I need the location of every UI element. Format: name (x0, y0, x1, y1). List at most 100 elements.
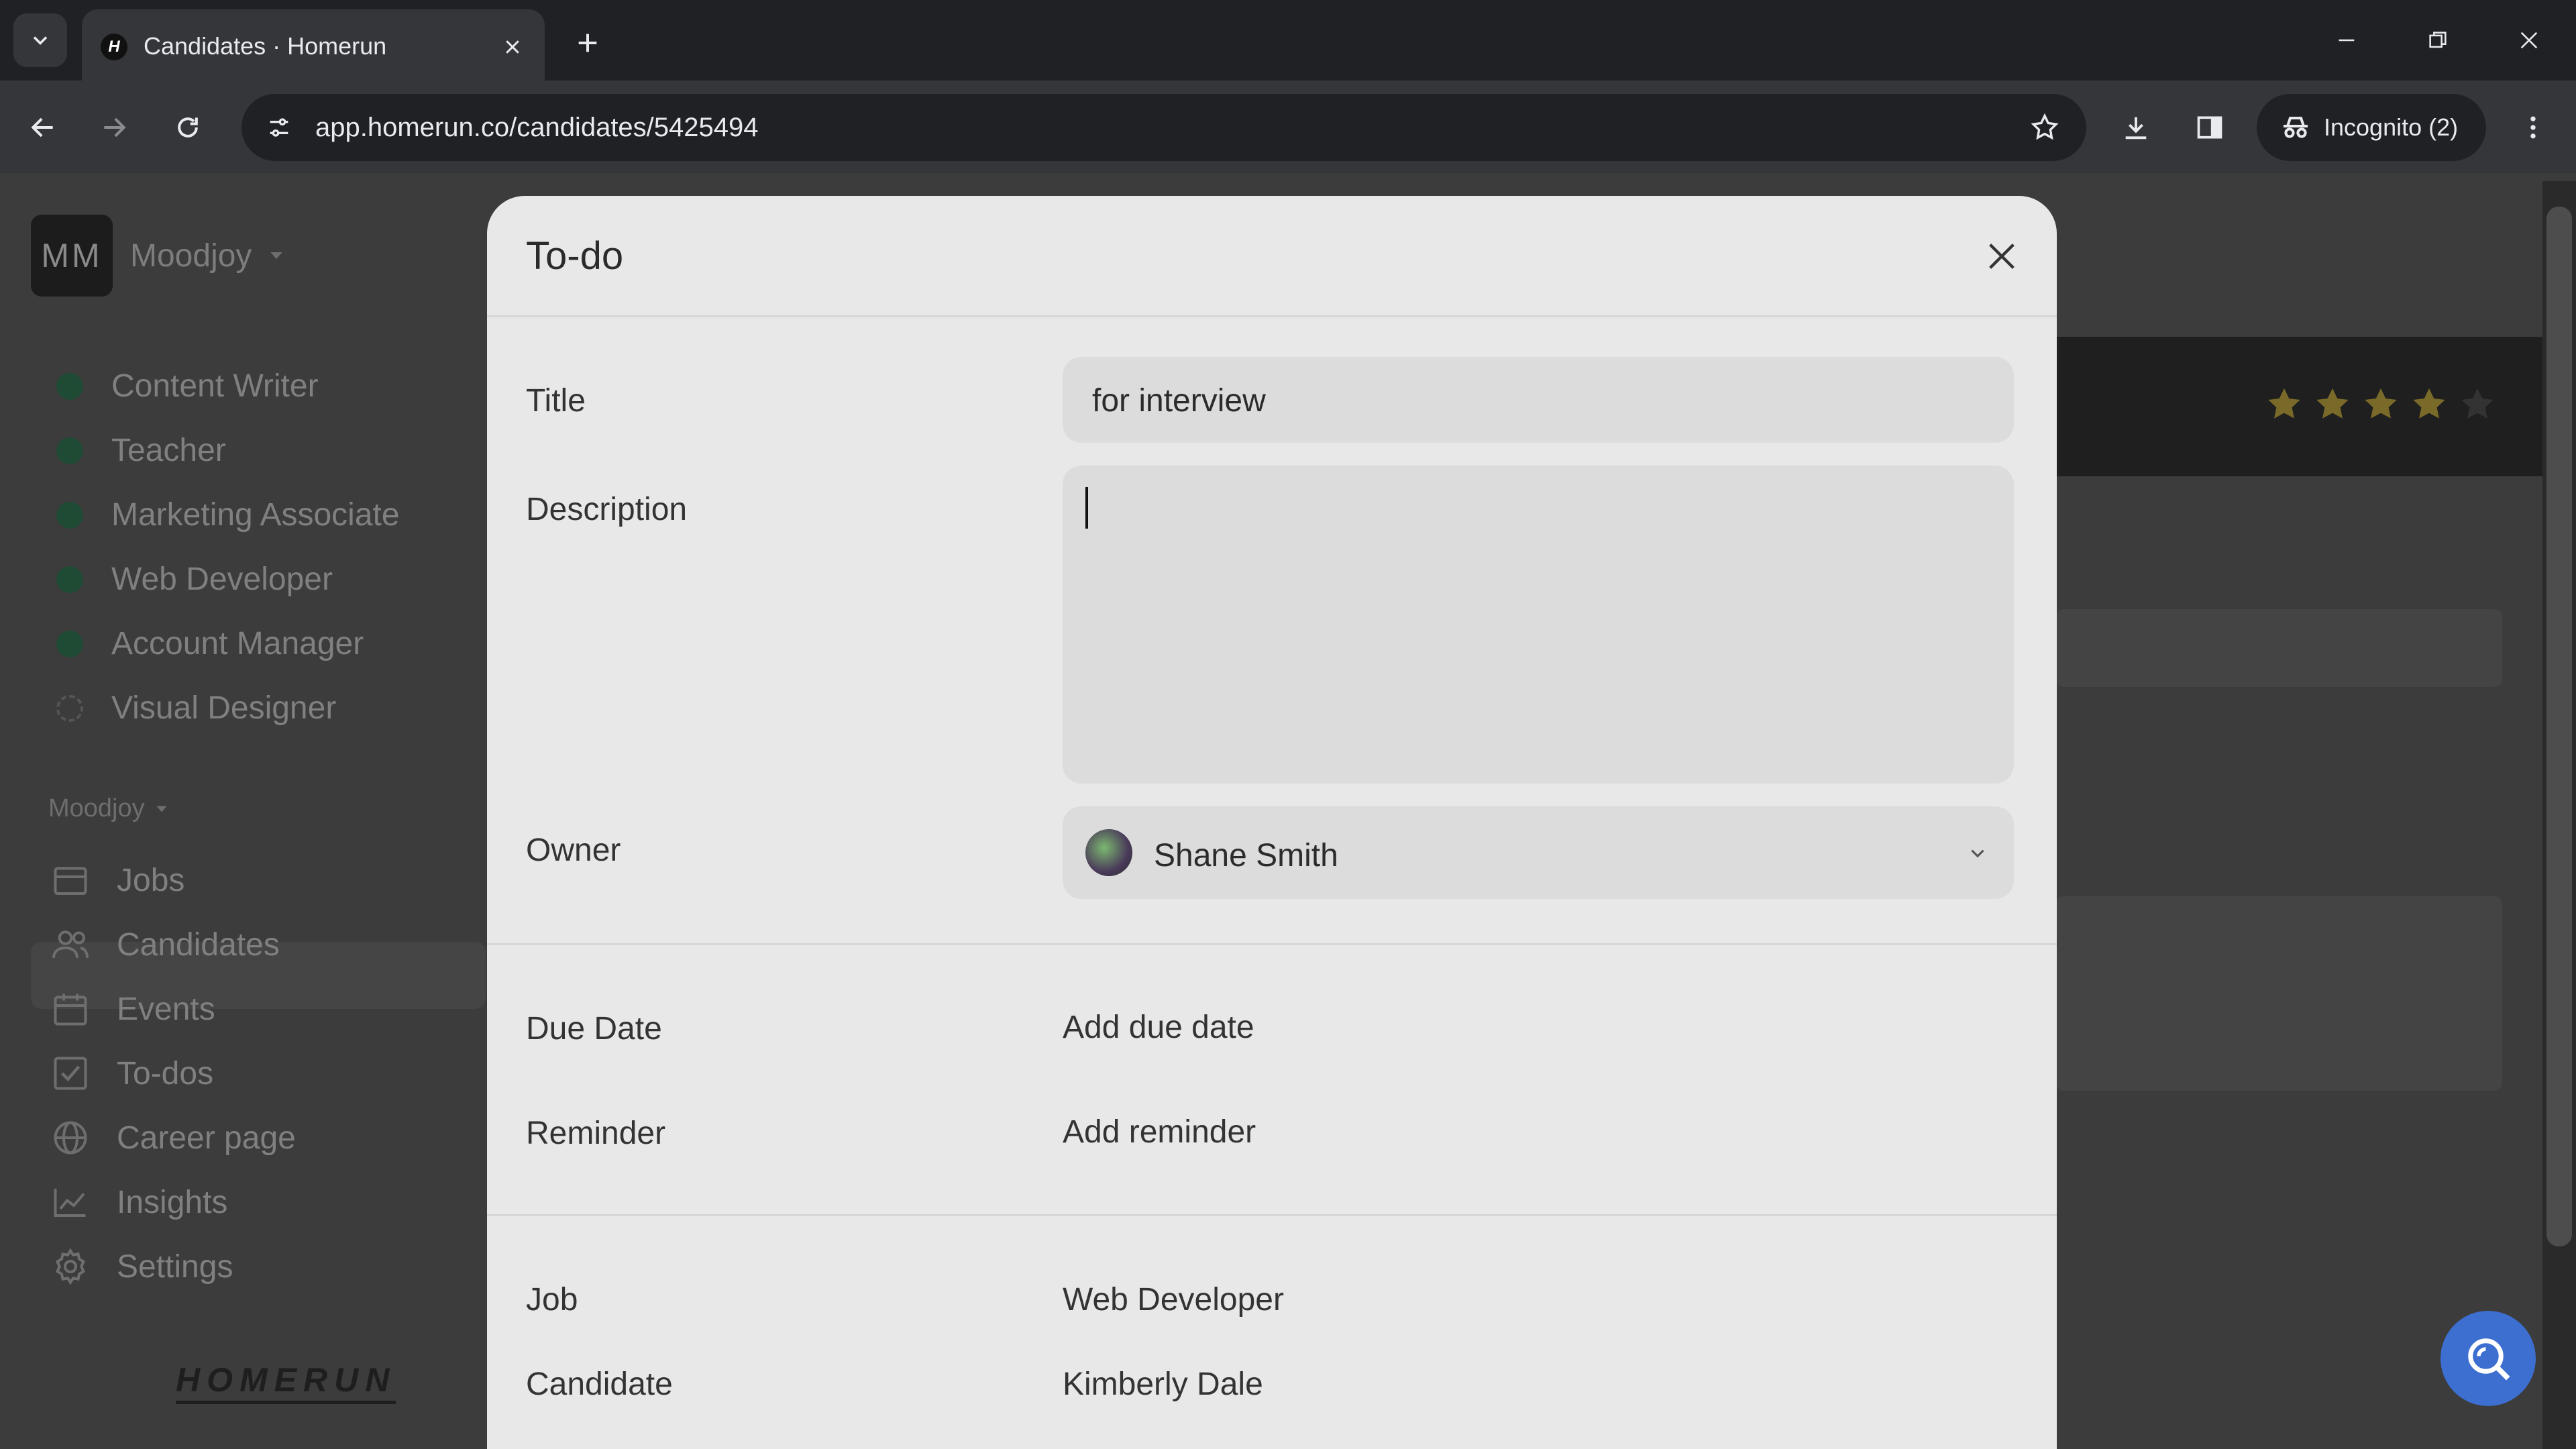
star-empty-icon (2461, 388, 2493, 419)
globe-icon (48, 1116, 93, 1160)
job-label: Marketing Associate (111, 497, 400, 533)
owner-name: Shane Smith (1154, 838, 1338, 873)
nav-label: Settings (117, 1248, 233, 1285)
sidebar-job-visual-designer[interactable]: Visual Designer (56, 690, 336, 727)
modal-title: To-do (526, 234, 624, 278)
minimize-button[interactable] (2313, 13, 2380, 67)
arrow-right-icon (104, 117, 126, 138)
workspace-section-toggle[interactable]: Moodjoy (48, 794, 170, 823)
sidebar-item-jobs[interactable]: Jobs (48, 852, 184, 908)
org-switcher[interactable]: MM Moodjoy (31, 215, 286, 297)
homerun-favicon-icon: H (101, 34, 127, 60)
nav-label: Jobs (117, 862, 185, 898)
sidebar: MM Moodjoy Content Writer Teacher Market… (0, 173, 486, 1449)
avatar (1085, 829, 1132, 876)
star-outline-icon (2031, 113, 2059, 140)
sidebar-job-teacher[interactable]: Teacher (56, 432, 226, 469)
bookmark-button[interactable] (2023, 106, 2066, 149)
org-name: Moodjoy (130, 237, 252, 274)
published-status-dot (56, 501, 83, 529)
section-divider (487, 1214, 2057, 1216)
incognito-label: Incognito (2) (2324, 113, 2459, 141)
title-input[interactable]: for interview (1063, 357, 2014, 443)
sidebar-item-settings[interactable]: Settings (48, 1238, 233, 1295)
tab-search-button[interactable] (13, 13, 67, 67)
sidebar-job-marketing-associate[interactable]: Marketing Associate (56, 496, 400, 533)
modal-header: To-do (487, 196, 2057, 317)
reload-button[interactable] (160, 99, 216, 156)
forward-button[interactable] (86, 99, 142, 156)
browser-tabstrip: H Candidates · Homerun (0, 0, 2576, 80)
owner-select[interactable]: Shane Smith (1063, 806, 2014, 899)
address-bar[interactable]: app.homerun.co/candidates/5425494 (241, 94, 2086, 161)
help-search-button[interactable] (2440, 1311, 2536, 1406)
add-due-date-button[interactable]: Add due date (1063, 1009, 1254, 1046)
page-scrollbar-thumb[interactable] (2546, 207, 2572, 1246)
star-filled-icon (2365, 388, 2397, 419)
description-textarea[interactable] (1063, 466, 2014, 784)
side-panel-icon (2197, 116, 2222, 139)
back-button[interactable] (15, 99, 71, 156)
new-tab-button[interactable] (564, 19, 612, 67)
job-label: Web Developer (111, 561, 333, 597)
candidate-rating[interactable] (2265, 385, 2497, 424)
nav-label: Insights (117, 1184, 228, 1220)
job-label: Teacher (111, 433, 226, 468)
caret-down-icon (156, 806, 167, 812)
sidebar-job-web-developer[interactable]: Web Developer (56, 561, 333, 598)
arrow-left-icon (31, 117, 53, 138)
search-icon (2468, 1338, 2510, 1381)
users-icon (48, 922, 93, 967)
tune-icon (270, 118, 288, 137)
more-vertical-icon (2530, 116, 2536, 139)
restore-icon (2429, 32, 2447, 48)
restore-button[interactable] (2404, 13, 2471, 67)
chart-line-icon (48, 1180, 93, 1224)
browser-menu-button[interactable] (2505, 99, 2561, 156)
side-panel-button[interactable] (2182, 99, 2238, 156)
window-close-button[interactable] (2496, 13, 2563, 67)
downloads-button[interactable] (2108, 99, 2164, 156)
caret-down-icon (270, 252, 283, 259)
briefcase-icon (48, 858, 93, 902)
plus-icon (578, 34, 597, 52)
job-label: Job (526, 1282, 578, 1318)
homerun-logo: HOMERUN (176, 1360, 396, 1404)
download-icon (2125, 117, 2147, 140)
sidebar-item-candidates[interactable]: Candidates (48, 916, 280, 973)
calendar-icon (48, 987, 93, 1031)
star-filled-icon (2316, 388, 2349, 419)
candidate-label: Candidate (526, 1366, 673, 1402)
nav-label: Events (117, 991, 215, 1027)
background-card (2055, 609, 2502, 687)
description-label: Description (526, 492, 688, 527)
title-label: Title (526, 383, 586, 419)
job-value: Web Developer (1063, 1282, 1284, 1318)
close-icon (1989, 244, 2015, 269)
add-reminder-button[interactable]: Add reminder (1063, 1114, 1256, 1150)
nav-label: Career page (117, 1120, 296, 1156)
site-info-button[interactable] (258, 106, 301, 149)
text-cursor (1085, 487, 1088, 529)
reminder-label: Reminder (526, 1116, 666, 1151)
modal-close-button[interactable] (1978, 232, 2026, 280)
due-date-label: Due Date (526, 1011, 662, 1046)
star-filled-icon (2413, 388, 2445, 419)
published-status-dot (56, 566, 83, 593)
sidebar-item-career-page[interactable]: Career page (48, 1110, 296, 1166)
checkbox-icon (48, 1051, 93, 1095)
org-avatar: MM (31, 215, 113, 297)
sidebar-item-insights[interactable]: Insights (48, 1174, 227, 1230)
incognito-badge[interactable]: Incognito (2) (2257, 94, 2486, 161)
chevron-down-icon (33, 36, 48, 46)
sidebar-job-content-writer[interactable]: Content Writer (56, 368, 319, 405)
sidebar-item-events[interactable]: Events (48, 981, 215, 1037)
sidebar-item-to-dos[interactable]: To-dos (48, 1045, 213, 1102)
published-status-dot (56, 630, 83, 657)
sidebar-job-account-manager[interactable]: Account Manager (56, 625, 364, 662)
tab-close-button[interactable] (494, 28, 531, 66)
nav-label: To-dos (117, 1055, 214, 1091)
browser-toolbar: app.homerun.co/candidates/5425494 Incogn… (0, 80, 2576, 173)
browser-tab-active[interactable]: H Candidates · Homerun (82, 9, 545, 80)
job-label: Content Writer (111, 368, 319, 404)
